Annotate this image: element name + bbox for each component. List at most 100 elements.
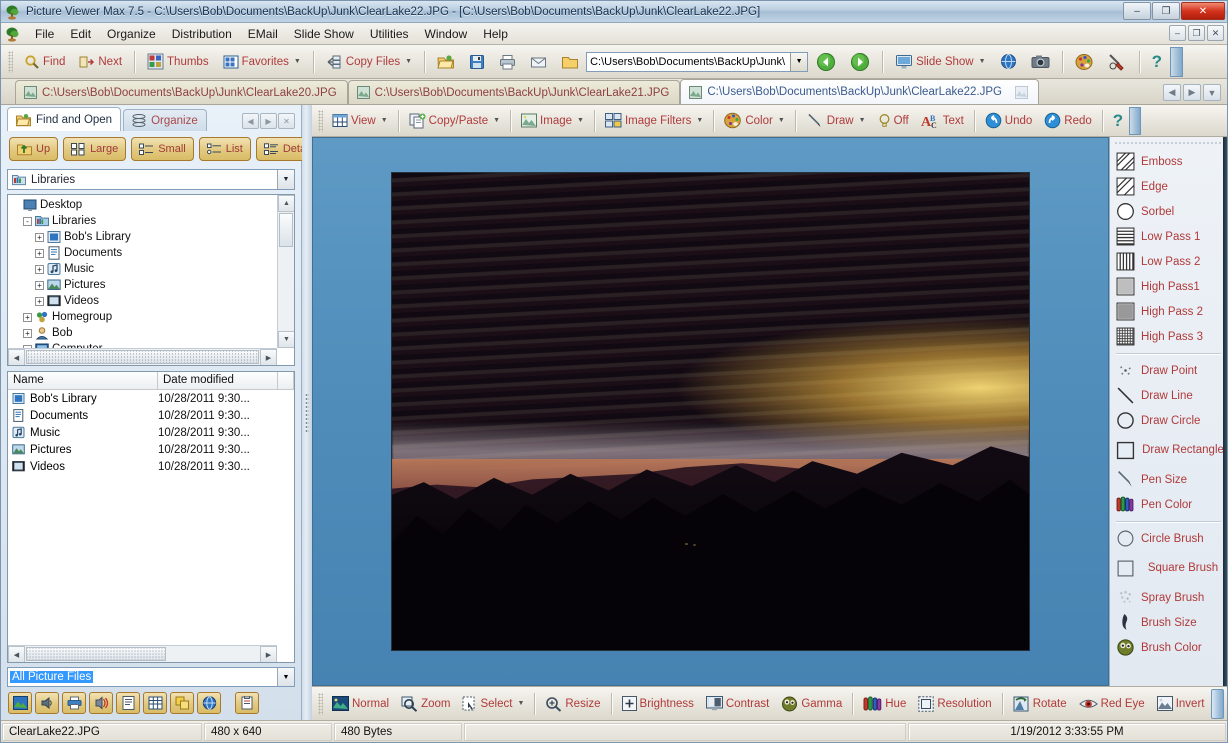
toolbar-grip[interactable] [8, 51, 13, 73]
file-list-row[interactable]: Music10/28/2011 9:30... [8, 424, 294, 441]
list-hscroll-thumb[interactable] [26, 647, 166, 661]
tree-expander-icon[interactable]: + [23, 313, 32, 322]
brightness-button[interactable]: Brightness [616, 692, 700, 716]
tab-organize[interactable]: Organize [123, 109, 207, 131]
panel-splitter[interactable] [302, 105, 312, 720]
tree-expander-icon[interactable]: + [35, 249, 44, 258]
chevron-down-icon-2[interactable]: ▼ [405, 58, 412, 65]
undo-button[interactable]: Undo [979, 109, 1039, 133]
menu-item-distribution[interactable]: Distribution [164, 25, 240, 43]
doc-tab-clearlake22[interactable]: C:\Users\Bob\Documents\BackUp\Junk\Clear… [680, 79, 1039, 104]
file-list-row[interactable]: Bob's Library10/28/2011 9:30... [8, 390, 294, 407]
left-panel-close-button[interactable]: ✕ [278, 113, 295, 129]
view-menu-button[interactable]: View ▼ [326, 109, 394, 133]
filter-item-draw-rectangle[interactable]: Draw Rectangle [1114, 433, 1225, 467]
edit-image-button[interactable] [1102, 50, 1133, 74]
chevron-down-icon[interactable]: ▼ [294, 58, 301, 65]
filter-item-circle-brush[interactable]: Circle Brush [1114, 526, 1225, 551]
filter-item-pen-size[interactable]: Pen Size [1114, 467, 1225, 492]
menu-item-email[interactable]: EMail [240, 25, 286, 43]
thumbs-button[interactable]: Thumbs [141, 50, 215, 74]
tree-scroll-up-arrow-icon[interactable]: ▲ [278, 195, 295, 212]
filter-item-draw-point[interactable]: Draw Point [1114, 358, 1225, 383]
tree-node[interactable]: +Bob [11, 325, 277, 341]
filter-item-edge[interactable]: Edge [1114, 174, 1225, 199]
tree-node[interactable]: +Bob's Library [11, 229, 277, 245]
up-button[interactable]: Up [9, 137, 58, 161]
tree-scroll-left-arrow-icon[interactable]: ◀ [8, 349, 25, 366]
tree-hscroll-thumb[interactable] [26, 350, 259, 364]
bottom-toolbar-grip[interactable] [318, 693, 323, 715]
tree-expander-icon[interactable]: + [35, 265, 44, 274]
red-eye-button[interactable]: Red Eye [1073, 692, 1151, 716]
filter-item-high-pass1[interactable]: High Pass1 [1114, 274, 1225, 299]
chevron-down-icon-3[interactable]: ▼ [979, 58, 986, 65]
folder-button[interactable] [555, 50, 584, 74]
file-filter-combobox[interactable]: All Picture Files ▼ [7, 667, 295, 687]
tree-expander-icon[interactable]: + [35, 281, 44, 290]
tree-vertical-scrollbar[interactable]: ▲ ▼ [277, 195, 294, 348]
print-button[interactable] [493, 50, 522, 74]
tree-scroll-thumb[interactable] [279, 213, 293, 247]
tree-node[interactable]: +Documents [11, 245, 277, 261]
tree-scroll-right-arrow-icon[interactable]: ▶ [260, 349, 277, 366]
menu-item-organize[interactable]: Organize [99, 25, 164, 43]
tab-find-and-open[interactable]: Find and Open [7, 107, 121, 131]
chevron-down-icon-select[interactable]: ▼ [517, 700, 524, 707]
copy-action-button[interactable] [170, 692, 194, 714]
filters-panel-grip[interactable] [1114, 141, 1225, 146]
copy-files-button[interactable]: Copy Files ▼ [320, 50, 418, 74]
back-button[interactable] [810, 50, 842, 74]
file-list-row[interactable]: Documents10/28/2011 9:30... [8, 407, 294, 424]
filter-item-low-pass-1[interactable]: Low Pass 1 [1114, 224, 1225, 249]
filter-item-pen-color[interactable]: Pen Color [1114, 492, 1225, 517]
tree-expander-icon[interactable]: + [35, 297, 44, 306]
save-button[interactable] [463, 50, 491, 74]
edit-toolbar-scrollbar[interactable] [1129, 107, 1141, 135]
chevron-down-icon-filters[interactable]: ▼ [696, 117, 703, 124]
left-panel-scroll-left-button[interactable]: ◀ [242, 113, 259, 129]
doc-tab-clearlake21[interactable]: C:\Users\Bob\Documents\BackUp\Junk\Clear… [348, 80, 681, 104]
filter-item-emboss[interactable]: Emboss [1114, 149, 1225, 174]
minimize-button[interactable]: – [1123, 2, 1151, 20]
menu-item-utilities[interactable]: Utilities [362, 25, 417, 43]
mdi-minimize-button[interactable]: – [1169, 25, 1186, 41]
filters-panel-scrollbar[interactable] [1223, 137, 1227, 686]
file-list-row[interactable]: Videos10/28/2011 9:30... [8, 458, 294, 475]
normal-mode-button[interactable]: Normal [326, 692, 395, 716]
rotate-button[interactable]: Rotate [1007, 692, 1073, 716]
chevron-down-icon-color[interactable]: ▼ [778, 117, 785, 124]
left-panel-scroll-right-button[interactable]: ▶ [260, 113, 277, 129]
tree-node[interactable]: +Homegroup [11, 309, 277, 325]
forward-button[interactable] [844, 50, 876, 74]
resize-button[interactable]: Resize [539, 692, 606, 716]
draw-menu-button[interactable]: Draw ▼ [800, 109, 872, 133]
large-icons-button[interactable]: Large [63, 137, 126, 161]
chevron-down-icon-draw[interactable]: ▼ [859, 117, 866, 124]
filter-item-high-pass-3[interactable]: High Pass 3 [1114, 324, 1225, 349]
chevron-down-icon-img[interactable]: ▼ [577, 117, 584, 124]
filter-item-brush-color[interactable]: Brush Color [1114, 635, 1225, 660]
file-filter-dropdown-arrow-icon[interactable]: ▼ [277, 668, 294, 686]
menu-item-slide-show[interactable]: Slide Show [286, 25, 362, 43]
edit-help-button[interactable]: ? [1107, 109, 1129, 133]
bottom-toolbar-scrollbar[interactable] [1211, 689, 1224, 719]
tree-expander-icon[interactable]: + [35, 233, 44, 242]
print-action-button[interactable] [62, 692, 86, 714]
select-tool-button[interactable]: Select ▼ [456, 692, 530, 716]
invert-button[interactable]: Invert [1151, 692, 1211, 716]
email-button[interactable] [524, 50, 553, 74]
next-button[interactable]: Next [73, 50, 128, 74]
audio-action-button[interactable] [35, 692, 59, 714]
image-menu-button[interactable]: Image ▼ [515, 109, 590, 133]
tree-node[interactable]: -Computer [11, 341, 277, 348]
tree-node[interactable]: +Videos [11, 293, 277, 309]
mdi-close-button[interactable]: ✕ [1207, 25, 1224, 41]
zoom-tool-button[interactable]: Zoom [395, 692, 456, 716]
folder-tree[interactable]: Desktop-Libraries+Bob's Library+Document… [7, 194, 295, 366]
column-header-extra[interactable] [278, 372, 294, 389]
favorites-button[interactable]: Favorites ▼ [217, 50, 307, 74]
tree-node[interactable]: Desktop [11, 197, 277, 213]
slide-show-button[interactable]: Slide Show ▼ [889, 50, 991, 74]
tree-scroll-down-arrow-icon[interactable]: ▼ [278, 331, 295, 348]
